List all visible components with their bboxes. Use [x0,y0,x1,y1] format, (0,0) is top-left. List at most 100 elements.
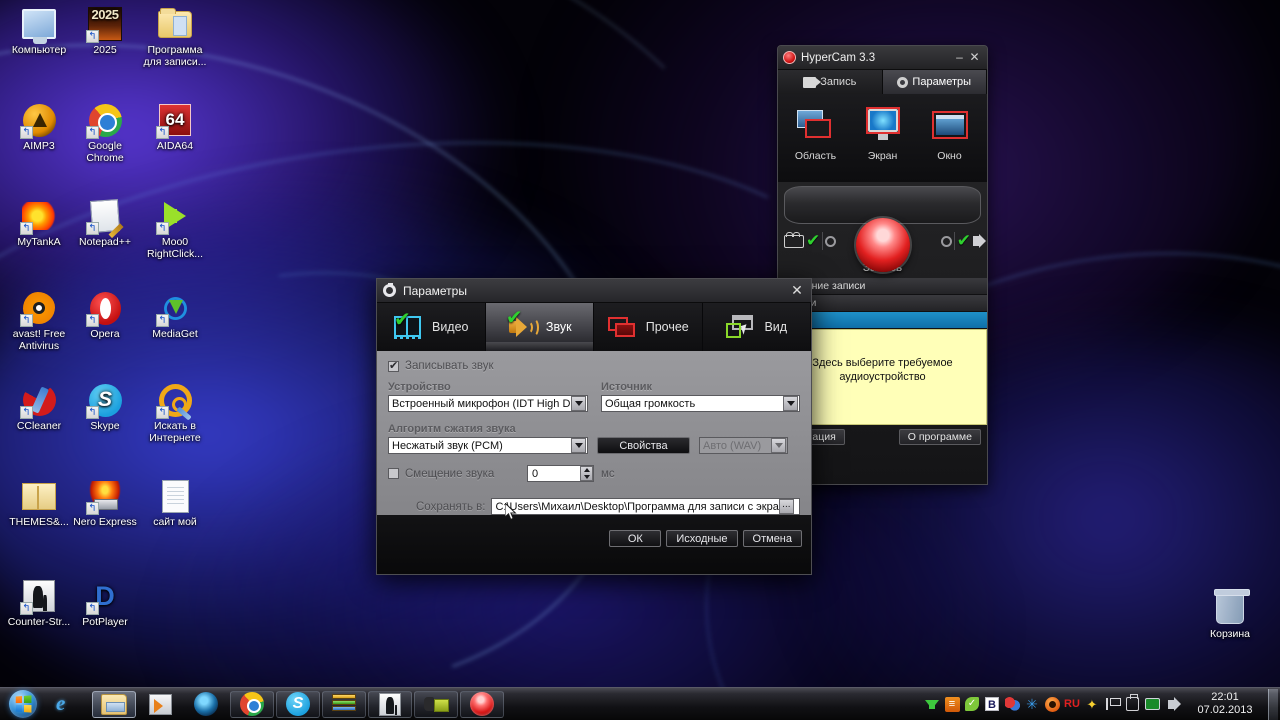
close-button[interactable]: ✕ [967,50,982,65]
clock[interactable]: 22:01 07.02.2013 [1186,691,1264,717]
desktop-icon-computer[interactable]: Компьютер [4,6,74,57]
desktop-icon-mytanka[interactable]: ↰ MyTankA [4,198,74,249]
taskbar-button-windows-media-player[interactable] [138,691,182,718]
device-plug-icon[interactable] [1123,694,1141,713]
bluetooth-icon[interactable]: ✳ [1023,695,1041,713]
start-button[interactable] [1,689,45,720]
taskbar-button-soldier-game[interactable] [414,690,458,718]
browse-folder-icon[interactable]: ... [778,499,794,514]
desktop-icon-aimp3[interactable]: ↰ AIMP3 [4,102,74,153]
tab-zapis[interactable]: Запись [778,70,883,94]
record-audio-checkbox[interactable] [388,359,399,372]
taskbar-button-hypercam[interactable] [460,690,504,718]
flag-action-center-icon[interactable] [1103,695,1121,713]
desktop-icon-avast[interactable]: ↰ avast! Free Antivirus [4,290,74,352]
download-arrow-icon[interactable] [923,695,941,713]
chevron-down-icon[interactable] [571,438,586,453]
save-path-input[interactable]: C:\Users\Михаил\Desktop\Программа для за… [491,498,800,515]
network-icon[interactable] [1143,695,1161,713]
taskbar-button-winrar[interactable] [322,690,366,718]
properties-button[interactable]: Свойства [597,437,690,454]
volume-icon[interactable] [1163,695,1181,713]
desktop-icon-game-2025[interactable]: 2025 ↰ 2025 [70,6,140,57]
show-desktop-button[interactable] [1268,688,1278,720]
hypercam-tabs: Запись Параметры [778,70,987,94]
desktop-icon-moo0-arrow[interactable]: ↰ Moo0 RightClick... [140,198,210,260]
cancel-button[interactable]: Отмена [742,530,802,547]
tab-label: Параметры [912,76,972,88]
speaker-icon: ✔ [506,308,539,340]
record-audio-row[interactable]: Записывать звук [388,359,800,372]
desktop-icon-chrome[interactable]: ↰ Google Chrome [70,102,140,164]
language-ru-icon[interactable]: RU [1063,695,1081,713]
desktop-icon-potplayer[interactable]: D ↰ PotPlayer [70,578,140,629]
defaults-button[interactable]: Исходные [666,530,738,547]
desktop-icon-recycle-bin[interactable]: Корзина [1195,589,1265,641]
source-combobox[interactable]: Общая громкость [601,395,800,412]
tab-sound[interactable]: ✔ Звук [485,303,594,351]
desktop-icon-counter-strike[interactable]: ↰ Counter-Str... [4,578,74,629]
desktop-icon-notepadpp[interactable]: ↰ Notepad++ [70,198,140,249]
taskbar-button-counter-strike[interactable] [368,690,412,718]
taskbar-button-skype[interactable]: S [276,690,320,718]
desktop-icon-aida64[interactable]: 64 ↰ AIDA64 [140,102,210,153]
dialog-titlebar[interactable]: Параметры ✕ [377,279,811,303]
orange-circle-icon[interactable] [1043,695,1061,713]
speaker-toggle-icon[interactable] [973,234,986,248]
close-icon[interactable]: ✕ [789,282,805,299]
device-combobox[interactable]: Встроенный микрофон (IDT High D [388,395,588,412]
desktop-icon-themes-folder[interactable]: THEMES&... [4,478,74,529]
camcorder-toggle-icon[interactable] [784,231,804,248]
parameters-dialog[interactable]: Параметры ✕ ✔ Видео ✔ Звук Прочее Вид ✔ … [376,278,812,575]
java-icon[interactable]: ≡ [943,695,961,713]
tab-view[interactable]: Вид [702,303,811,351]
desktop-icon-label: Корзина [1210,628,1250,640]
mytanka-icon: ↰ [20,198,57,235]
audio-settings-gear-icon[interactable] [940,235,952,247]
codec-combobox[interactable]: Несжатый звук (PCM) [388,437,588,454]
offset-checkbox[interactable] [388,468,399,479]
orange-circle-icon-glyph [1044,696,1060,712]
tab-video[interactable]: ✔ Видео [377,303,486,351]
taskbar-buttons: eS [45,690,505,718]
chevron-down-icon[interactable] [783,396,798,411]
desktop-icon-text-file[interactable]: сайт мой [140,478,210,529]
mode-window[interactable]: Окно [916,102,983,182]
taskbar-button-amp-player[interactable] [184,691,228,718]
offset-spinner[interactable]: 0 [527,465,594,482]
about-button[interactable]: О программе [898,429,981,445]
punto-switcher-icon[interactable]: В [983,695,1001,713]
desktop-icon-search-web[interactable]: ↰ Искать в Интернете [140,382,210,444]
desktop-icon-opera[interactable]: ↰ Opera [70,290,140,341]
mode-screen[interactable]: Экран [849,102,916,182]
desktop-icon-nero-express[interactable]: ↰ Nero Express [70,478,140,529]
desktop-icon-skype[interactable]: S ↰ Skype [70,382,140,433]
mediaget-tray-icon[interactable] [1003,695,1021,713]
mode-region[interactable]: Область [782,102,849,182]
desktop-icon-folder[interactable]: Программа для записи... [140,6,210,68]
taskbar-button-internet-explorer[interactable]: e [46,691,90,718]
tab-misc[interactable]: Прочее [594,303,703,351]
source-value: Общая громкость [605,397,696,410]
tab-parametry[interactable]: Параметры [882,70,987,94]
desktop-icon-label: Google Chrome [86,140,124,164]
hypercam-titlebar[interactable]: HyperCam 3.3 – ✕ [778,46,987,70]
video-enabled-check: ✔ [806,231,821,250]
spinner-icon[interactable] [580,466,593,481]
taskbar-button-explorer-folder[interactable] [92,690,136,718]
desktop-icon-mediaget[interactable]: ↰ MediaGet [140,290,210,341]
taskbar-button-chrome[interactable] [230,690,274,718]
save-path-value: C:\Users\Михаил\Desktop\Программа для за… [495,500,779,513]
chevron-down-icon[interactable] [571,396,586,411]
video-control-group[interactable]: ✔ [784,231,837,250]
leaf-green-icon[interactable]: ✓ [963,695,981,713]
gear-icon [383,283,396,297]
star-icon[interactable]: ✦ [1083,695,1101,713]
audio-control-group[interactable]: ✔ [940,232,986,250]
minimize-button[interactable]: – [952,50,967,65]
hypercam-title-text: HyperCam 3.3 [801,51,876,64]
video-settings-gear-icon[interactable] [825,235,837,247]
record-button-icon[interactable] [855,218,910,272]
ok-button[interactable]: ОК [609,530,662,547]
desktop-icon-ccleaner[interactable]: ↰ CCleaner [4,382,74,433]
